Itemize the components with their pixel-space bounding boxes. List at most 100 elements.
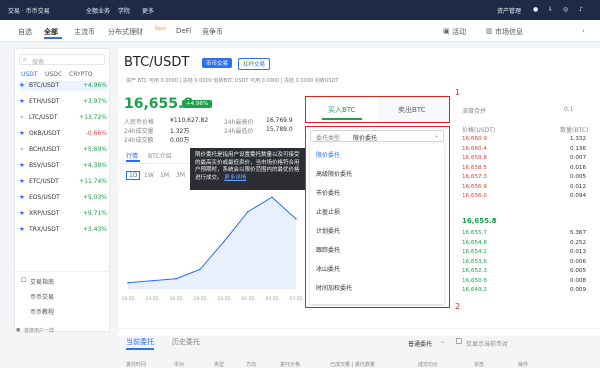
nav-item-more[interactable]: 更多 (142, 6, 154, 15)
market-row[interactable]: ★ BCH/USDT +5.69% (19, 145, 107, 155)
tab-buy-btc[interactable]: 买入BTC (306, 97, 378, 122)
interval-1m[interactable]: 1M (160, 172, 169, 179)
orderbook-price[interactable]: 16,659.8 (462, 155, 487, 161)
globe-icon[interactable]: ◎ (563, 6, 568, 13)
order-type-option[interactable]: 市价委托 (316, 188, 340, 197)
market-symbol: ETH/USDT (29, 98, 60, 105)
market-change: +3.43% (82, 226, 107, 233)
order-type-tooltip: 限价委托是指用户设置委托数量以及可接受的最高买价或最低卖价，当市场价格符合用户预… (190, 148, 308, 190)
order-type-option[interactable]: 跟踪委托 (316, 245, 340, 254)
filter-crypto[interactable]: CRYPTO (69, 71, 93, 78)
activities-link[interactable]: 活动 (452, 27, 466, 37)
tab-market[interactable]: 行情 (126, 151, 138, 160)
market-row[interactable]: ★ ETC/USDT +11.74% (19, 177, 107, 187)
orderbook-amount: 0.012 (570, 183, 587, 190)
interval-1w[interactable]: 1W (144, 172, 154, 179)
orderbook-price[interactable]: 16,650.8 (462, 278, 487, 284)
interval-3m[interactable]: 3M (176, 172, 185, 179)
interval-1d[interactable]: 1D (126, 171, 141, 180)
orderbook-price[interactable]: 16,652.3 (462, 268, 487, 274)
star-icon[interactable]: ★ (19, 177, 25, 185)
orderbook-price[interactable]: 16,654.8 (462, 240, 487, 246)
download-icon[interactable]: ⇩ (548, 6, 553, 13)
filter-usdt[interactable]: USDT (21, 71, 38, 78)
order-type-option[interactable]: 计划委托 (316, 226, 340, 235)
stat-label-low: 24h最低价 (224, 128, 254, 135)
star-icon[interactable]: ★ (19, 129, 25, 137)
guide-link-spot[interactable]: 币币交易 (30, 292, 54, 301)
star-icon[interactable]: ★ (19, 113, 25, 121)
nav-item-business[interactable]: 全额业务 (86, 6, 110, 15)
orderbook-price[interactable]: 16,655.7 (462, 230, 487, 236)
star-icon[interactable]: ★ (19, 161, 25, 169)
star-icon[interactable]: ★ (19, 145, 25, 153)
order-type-option[interactable]: 时间加权委托 (316, 283, 352, 292)
market-symbol: TRX/USDT (29, 226, 60, 233)
tab-altcoins[interactable]: 竞争币 (202, 27, 223, 37)
orderbook-price[interactable]: 16,660.9 (462, 136, 487, 142)
orderbook-price[interactable]: 16,656.9 (462, 184, 487, 190)
top-navbar: 交易 · 币币交易 全额业务 学院 更多 资产管理 ● ⇩ ◎ ♪ (0, 0, 600, 20)
guide-link-tutorial[interactable]: 币币教程 (30, 307, 54, 316)
tab-defi[interactable]: DeFi (176, 27, 191, 35)
tooltip-more-link[interactable]: 更多详情 (224, 175, 246, 181)
bell-icon[interactable]: ♪ (579, 6, 583, 13)
order-type-option[interactable]: 高级限价委托 (316, 169, 352, 178)
chevron-left-icon[interactable]: ‹ (582, 27, 585, 35)
brand-link[interactable]: 交易 · 币币交易 (8, 6, 50, 15)
order-type-option[interactable]: 冰山委托 (316, 264, 340, 273)
tab-mainstream[interactable]: 主流币 (74, 27, 95, 37)
only-current-pair-label: 仅显示当前币对 (466, 341, 509, 348)
order-type-option[interactable]: 止盈止损 (316, 207, 340, 216)
tab-order-history[interactable]: 历史委托 (172, 337, 200, 347)
tab-all[interactable]: 全部 (44, 27, 58, 37)
user-icon[interactable]: ● (533, 6, 538, 13)
nav-item-academy[interactable]: 学院 (118, 6, 130, 15)
tab-defi-finance[interactable]: 分布式理财 (108, 27, 143, 37)
orderbook-price[interactable]: 16,657.3 (462, 174, 487, 180)
price-point (271, 196, 273, 198)
market-info-link[interactable]: 市场信息 (495, 27, 523, 37)
orderbook-price[interactable]: 16,653.6 (462, 259, 487, 265)
depth-step-select[interactable]: 0.1 (564, 106, 574, 113)
star-icon[interactable]: ★ (19, 193, 25, 201)
search-input[interactable]: ⌕ 搜索 (19, 54, 105, 66)
orderbook-price[interactable]: 16,660.4 (462, 146, 487, 152)
orderbook-price[interactable]: 16,656.0 (462, 193, 487, 199)
market-row[interactable]: ★ TRX/USDT +3.43% (19, 225, 107, 235)
x-tick-label: 01:25 (242, 296, 255, 302)
market-change: +13.72% (79, 114, 107, 121)
filter-usdc[interactable]: USDC (45, 71, 62, 78)
orderbook-price[interactable]: 16,654.2 (462, 249, 487, 255)
star-icon[interactable]: ★ (19, 225, 25, 233)
star-icon[interactable]: ★ (19, 97, 25, 105)
tab-favorites[interactable]: 自选 (18, 27, 32, 37)
only-current-pair-checkbox[interactable] (456, 338, 462, 344)
market-row[interactable]: ★ XRP/USDT +9.71% (19, 209, 107, 219)
tab-sell-btc[interactable]: 卖出BTC (378, 97, 449, 122)
orderbook-price[interactable]: 16,649.2 (462, 287, 487, 293)
order-type-option[interactable]: 限价委托 (316, 150, 340, 159)
market-row[interactable]: ★ BTC/USDT +4.96% (19, 81, 107, 91)
margin-trade-tag[interactable]: 杠杆交易 (238, 58, 271, 70)
market-row[interactable]: ★ ETH/USDT +3.97% (19, 97, 107, 107)
nav-item-assets[interactable]: 资产管理 (497, 6, 521, 15)
orderbook-price[interactable]: 16,658.5 (462, 165, 487, 171)
spot-trade-tag[interactable]: 币币交易 (202, 58, 233, 68)
star-icon[interactable]: ★ (19, 81, 25, 89)
order-kind-select[interactable]: 普通委托 (408, 339, 432, 348)
star-icon[interactable]: ★ (19, 209, 25, 217)
market-row[interactable]: ★ EOS/USDT +5.03% (19, 193, 107, 203)
trading-main: BTC/USDT 币币交易 杠杆交易 资产 BTC 可用 0.0000 | 冻结… (118, 48, 600, 368)
depth-merge-label: 深度合并 (462, 108, 487, 115)
market-row[interactable]: ★ OKB/USDT -0.66% (19, 129, 107, 139)
tab-btc-intro[interactable]: BTC介绍 (148, 151, 172, 160)
orderbook-amount: 0.005 (570, 268, 587, 274)
order-type-select[interactable]: 委托类型 限价委托 ⌄ (310, 130, 444, 142)
price-line-chart[interactable]: 10:25 13:25 16:25 19:25 22:25 01:25 04:25 07:25 (122, 183, 302, 303)
orderbook-amount: 0.136 (570, 145, 587, 152)
market-row[interactable]: ★ LTC/USDT +13.72% (19, 113, 107, 123)
market-row[interactable]: ★ BSV/USDT +4.38% (19, 161, 107, 171)
tab-current-orders[interactable]: 当前委托 (126, 337, 154, 347)
chevron-down-icon: ⌄ (434, 132, 440, 139)
